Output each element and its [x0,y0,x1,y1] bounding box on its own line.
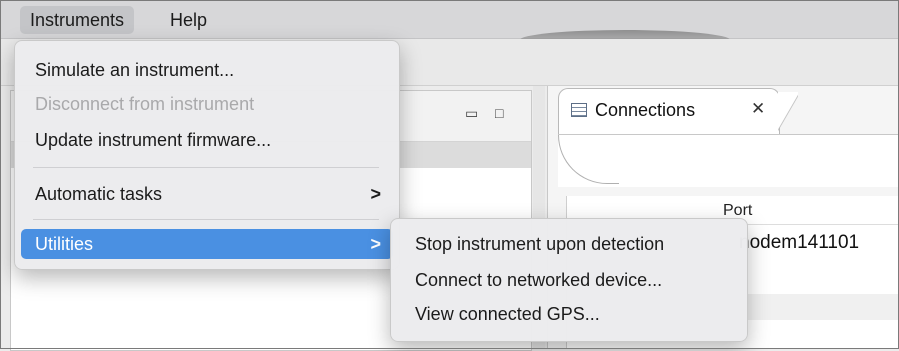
instruments-dropdown-menu: Simulate an instrument... Disconnect fro… [14,40,400,270]
menu-item-utilities[interactable]: Utilities > [21,229,393,259]
tab-connections[interactable]: Connections ✕ [558,88,780,134]
menu-item-automatic-tasks[interactable]: Automatic tasks > [21,179,393,209]
tab-connections-label: Connections [595,100,696,120]
menu-item-stop-instrument[interactable]: Stop instrument upon detection [397,229,741,259]
menu-help[interactable]: Help [160,6,217,34]
menu-item-simulate-instrument[interactable]: Simulate an instrument... [21,55,393,85]
minimize-icon[interactable]: ▭ [465,105,478,122]
menu-instruments[interactable]: Instruments [20,6,135,34]
menu-separator [33,219,379,220]
table-icon [571,103,587,117]
menu-item-view-connected-gps[interactable]: View connected GPS... [397,299,741,329]
menu-item-utilities-label: Utilities [35,234,94,254]
menu-item-disconnect-instrument: Disconnect from instrument [35,94,255,114]
menu-item-automatic-tasks-label: Automatic tasks [35,184,163,204]
utilities-submenu: Stop instrument upon detection Connect t… [390,218,748,342]
maximize-icon[interactable]: □ [495,105,503,121]
menu-item-connect-networked-device[interactable]: Connect to networked device... [397,265,741,295]
menu-bar: Instruments Help [0,0,899,40]
tab-edge-decoration [778,92,798,134]
connections-toolbar-area [558,134,899,187]
menu-item-update-firmware[interactable]: Update instrument firmware... [21,125,393,155]
close-icon[interactable]: ✕ [751,99,765,119]
menu-separator [33,167,379,168]
tab-curve-decoration [558,135,619,184]
chevron-right-icon: > [370,184,381,204]
chevron-right-icon: > [370,234,381,254]
table-cell-port[interactable]: nodem141101 [739,232,859,254]
